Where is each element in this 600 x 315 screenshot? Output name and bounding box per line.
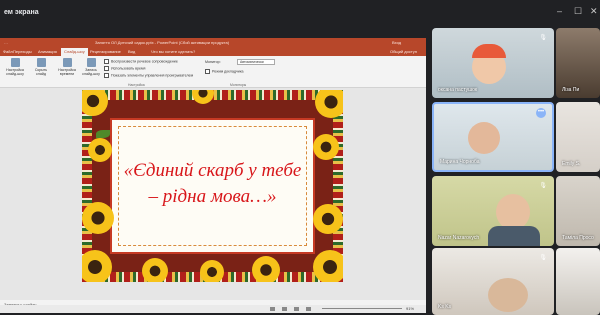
hide-slide-icon — [36, 58, 46, 67]
share-button[interactable]: Общий доступ — [390, 49, 417, 54]
participant-name: Emily S. — [562, 161, 581, 167]
meeting-top-bar: ем экрана – ☐ ✕ — [0, 0, 600, 28]
mic-muted-icon: 🎙 — [539, 183, 547, 189]
participant-name: Ks Ks — [438, 304, 452, 310]
monitor-select[interactable]: Автоматически — [237, 59, 275, 65]
sunflower-image — [82, 250, 112, 282]
participant-tile[interactable] — [556, 248, 600, 315]
tab-view[interactable]: Вид — [128, 49, 135, 54]
shared-screen: … Заняття ОЛ Дитячий садок.pptx - PowerP… — [0, 38, 426, 313]
participant-video — [496, 194, 530, 230]
participant-tile[interactable]: Ліза Пи — [556, 28, 600, 98]
presentation-banner-title: ем экрана — [4, 9, 39, 16]
record-slideshow-button[interactable]: Запись слайд-шоу — [80, 58, 102, 76]
participant-tile[interactable]: Emily S. — [556, 102, 600, 172]
hide-slide-button[interactable]: Скрыть слайд — [30, 58, 52, 76]
tell-me-search[interactable]: Что вы хотите сделать? — [151, 49, 195, 54]
zoom-level[interactable]: 91% — [406, 306, 414, 311]
sign-in-link[interactable]: Вход — [392, 40, 401, 45]
close-icon[interactable]: ✕ — [590, 6, 598, 17]
sunflower-image — [313, 134, 339, 160]
group-label-setup: Настройка — [128, 83, 145, 87]
participant-name: Ліза Пи — [562, 87, 580, 93]
sunflower-image — [315, 90, 343, 118]
normal-view-icon[interactable] — [270, 307, 275, 311]
tab-slideshow[interactable]: Слайд-шоу — [61, 48, 88, 56]
minimize-icon[interactable]: – — [557, 6, 562, 16]
ribbon-tabs: Файл Переходы Анимация Слайд-шоу Рецензи… — [0, 47, 426, 56]
powerpoint-title-bar: … Заняття ОЛ Дитячий садок.pptx - PowerP… — [0, 38, 426, 47]
group-label-monitors: Мониторы — [230, 83, 247, 87]
participant-name: Nazar Nazarovych — [438, 235, 480, 241]
slide-heading-line2: – рідна мова…» — [148, 186, 277, 207]
rehearse-timings-button[interactable]: Настройка времени — [56, 58, 78, 76]
presenter-view-checkbox[interactable]: Режим докладчика — [205, 69, 244, 74]
quick-access[interactable]: … — [4, 40, 8, 45]
zoom-slider[interactable] — [322, 308, 402, 309]
reading-view-icon[interactable] — [294, 307, 299, 311]
more-options-icon[interactable]: ••• — [536, 108, 546, 118]
sunflower-image — [142, 258, 168, 282]
timer-icon — [62, 58, 72, 67]
participant-tile[interactable]: Таміла Просо — [556, 176, 600, 246]
participant-video — [472, 44, 506, 58]
use-timings-checkbox[interactable]: Использовать время — [104, 66, 145, 71]
slideshow-view-icon[interactable] — [306, 307, 311, 311]
tab-transitions[interactable]: Переходы — [13, 49, 32, 54]
slide: «Єдиний скарб у тебе – рідна мова…» — [82, 90, 343, 282]
tab-review[interactable]: Рецензирование — [90, 49, 121, 54]
sunflower-image — [200, 260, 224, 282]
sunflower-image — [88, 138, 112, 162]
slideshow-setup-icon — [10, 58, 20, 67]
maximize-icon[interactable]: ☐ — [574, 6, 582, 17]
participant-video — [488, 278, 528, 312]
status-bar: 91% — [0, 305, 426, 313]
ribbon: Настройка слайд-шоу Скрыть слайд Настрой… — [0, 56, 426, 88]
mic-muted-icon: 🎙 — [539, 35, 547, 41]
sunflower-image — [313, 204, 343, 234]
play-narrations-checkbox[interactable]: Воспроизвести речевое сопровождение — [104, 59, 178, 64]
setup-slideshow-button[interactable]: Настройка слайд-шоу — [4, 58, 26, 76]
document-title: Заняття ОЛ Дитячий садок.pptx - PowerPoi… — [95, 40, 230, 45]
leaf-decoration — [96, 130, 110, 138]
sorter-view-icon[interactable] — [282, 307, 287, 311]
participant-video — [468, 122, 500, 154]
tab-animation[interactable]: Анимация — [38, 49, 57, 54]
participant-video — [488, 226, 540, 246]
participant-tile-speaking[interactable]: ••• Марина Чорноба — [432, 102, 554, 172]
sunflower-image — [252, 256, 280, 282]
record-icon — [86, 58, 96, 67]
participant-name: Таміла Просо — [562, 235, 594, 241]
show-media-controls-checkbox[interactable]: Показать элементы управления проигрывате… — [104, 73, 193, 78]
tab-file[interactable]: Файл — [3, 49, 13, 54]
sunflower-image — [192, 90, 214, 104]
participant-tile[interactable]: 🎙 оксана пастушок — [432, 28, 554, 98]
slide-heading-line1: «Єдиний скарб у тебе — [123, 160, 302, 181]
mic-muted-icon: 🎙 — [539, 255, 547, 261]
participant-tile[interactable]: 🎙 Nazar Nazarovych — [432, 176, 554, 246]
participant-tile[interactable]: 🎙 Ks Ks — [432, 248, 554, 315]
participant-name: Марина Чорноба — [440, 159, 480, 165]
slide-canvas: «Єдиний скарб у тебе – рідна мова…» — [0, 88, 426, 300]
participant-name: оксана пастушок — [438, 87, 478, 93]
monitor-label: Монитор: — [205, 60, 221, 64]
sunflower-image — [313, 250, 343, 282]
sunflower-image — [82, 90, 108, 116]
